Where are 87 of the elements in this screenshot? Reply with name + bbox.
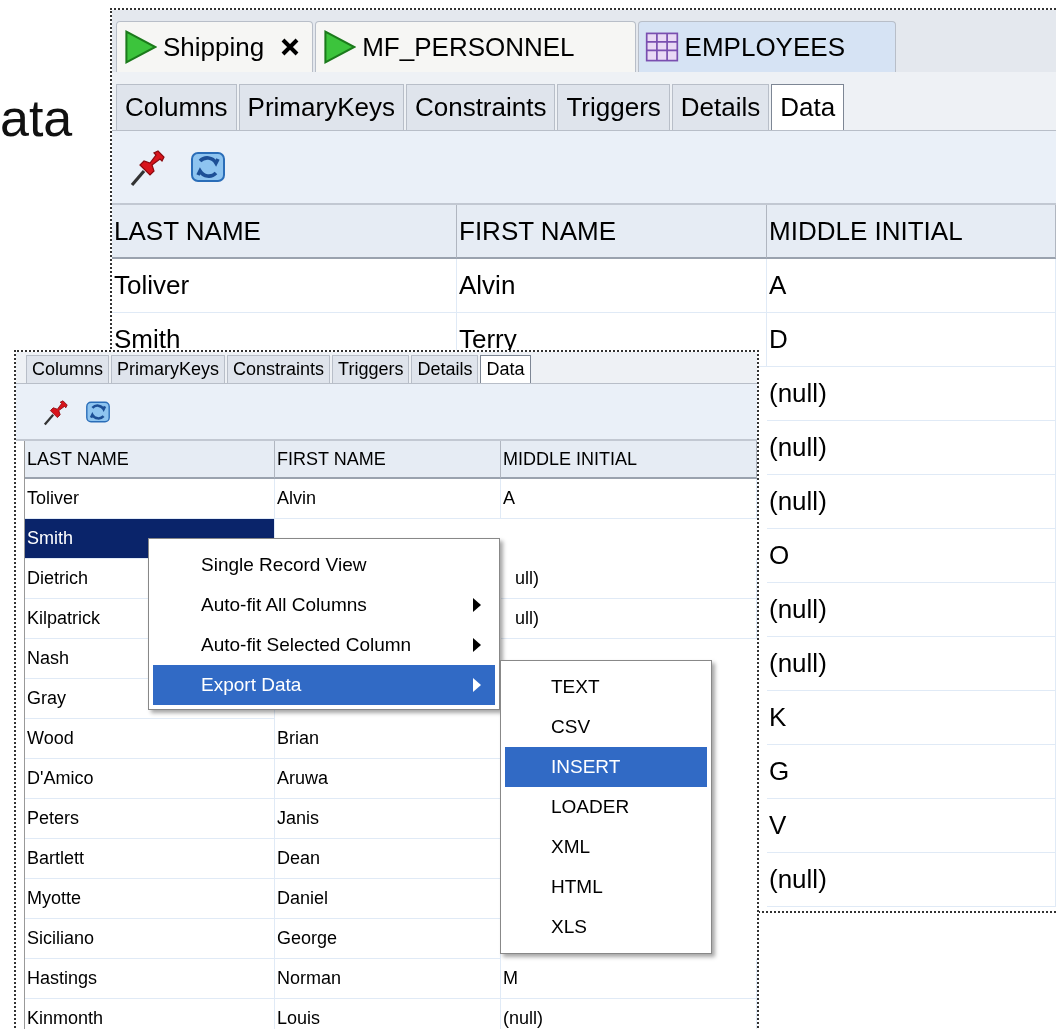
tab[interactable]: Constraints [405,84,556,130]
menu-item[interactable]: CSV [505,707,707,747]
tab[interactable]: Data [480,355,531,383]
table-cell: Kilpatrick [27,608,101,629]
tab[interactable]: Triggers [557,84,670,130]
run-icon[interactable] [123,30,157,64]
menu-item[interactable]: LOADER [505,787,707,827]
menu-item[interactable]: HTML [505,867,707,907]
table-icon[interactable] [644,30,679,64]
tab[interactable]: Data [771,84,845,130]
tab-label: EMPLOYEES [684,31,845,63]
slide-title: ata [0,88,73,148]
column-header[interactable]: MIDDLE INITIAL [767,205,1056,259]
tab[interactable]: Constraints [227,355,331,383]
table-cell: Alvin [277,488,316,509]
table-cell: Siciliano [27,928,95,949]
menu-item[interactable]: TEXT [505,667,707,707]
table-cell: Toliver [27,488,79,509]
submenu-arrow-icon[interactable] [473,598,481,612]
editor-tab[interactable]: Shipping [116,21,314,72]
tab-label: Shipping [163,31,265,63]
menu-item[interactable]: Auto-fit All Columns [153,585,495,625]
table-cell: Aruwa [277,768,329,789]
pushpin-icon[interactable] [42,397,70,426]
table-cell: Louis [277,1008,321,1029]
table-cell: Terry [459,324,517,355]
tab[interactable]: Details [671,84,770,130]
table-cell: (null) [769,594,827,625]
editor-tab[interactable]: MF_PERSONNEL [315,21,636,72]
table-cell: George [277,928,338,949]
table-cell: Janis [277,808,320,829]
column-header[interactable]: FIRST NAME [275,441,501,479]
table-cell: Gray [27,688,66,709]
tab[interactable]: Details [411,355,479,383]
column-header[interactable]: LAST NAME [112,205,457,259]
close-icon[interactable] [280,37,301,57]
table-cell: Myotte [27,888,82,909]
table-cell: ull) [515,568,539,589]
table-cell: O [769,540,790,571]
table-cell: Kinmonth [27,1008,104,1029]
table-cell: (null) [769,486,827,517]
table-cell: D [769,324,788,355]
table-cell: Brian [277,728,320,749]
tab[interactable]: Columns [116,84,237,130]
table-cell: Hastings [27,968,98,989]
table-cell: D'Amico [27,768,94,789]
table-cell: K [769,702,787,733]
menu-item[interactable]: XLS [505,907,707,947]
table-cell: A [503,488,515,509]
table-cell: (null) [769,432,827,463]
tab[interactable]: Triggers [332,355,410,383]
tab[interactable]: Columns [26,355,110,383]
table-cell: Dietrich [27,568,88,589]
table-cell: Norman [277,968,342,989]
table-cell: Dean [277,848,321,869]
table-cell: G [769,756,790,787]
column-header[interactable]: MIDDLE INITIAL [501,441,757,479]
table-cell: Wood [27,728,74,749]
menu-item[interactable]: Export Data [153,665,495,705]
table-cell: Alvin [459,270,516,301]
table-cell: Daniel [277,888,329,909]
table-cell: (null) [769,648,827,679]
table-cell: Bartlett [27,848,85,869]
menu-item[interactable]: XML [505,827,707,867]
column-header[interactable]: LAST NAME [25,441,275,479]
menu-item[interactable]: Single Record View [153,545,495,585]
column-header[interactable]: FIRST NAME [457,205,767,259]
menu-item[interactable]: Auto-fit Selected Column [153,625,495,665]
table-cell: A [769,270,787,301]
tab[interactable]: PrimaryKeys [238,84,404,130]
table-cell: (null) [769,378,827,409]
run-icon[interactable] [322,30,357,64]
table-cell: Nash [27,648,70,669]
table-cell: Peters [27,808,80,829]
table-cell: V [769,810,787,841]
table-cell: Smith [27,528,73,549]
tab-label: MF_PERSONNEL [362,31,575,63]
submenu-arrow-icon[interactable] [473,638,481,652]
table-cell: Smith [114,324,181,355]
table-cell: (null) [769,864,827,895]
table-cell: M [503,968,518,989]
table-cell: (null) [503,1008,543,1029]
table-cell: Toliver [114,270,190,301]
editor-tab[interactable]: EMPLOYEES [637,21,896,72]
table-cell: ull) [515,608,539,629]
menu-item[interactable]: INSERT [505,747,707,787]
tab[interactable]: PrimaryKeys [111,355,226,383]
